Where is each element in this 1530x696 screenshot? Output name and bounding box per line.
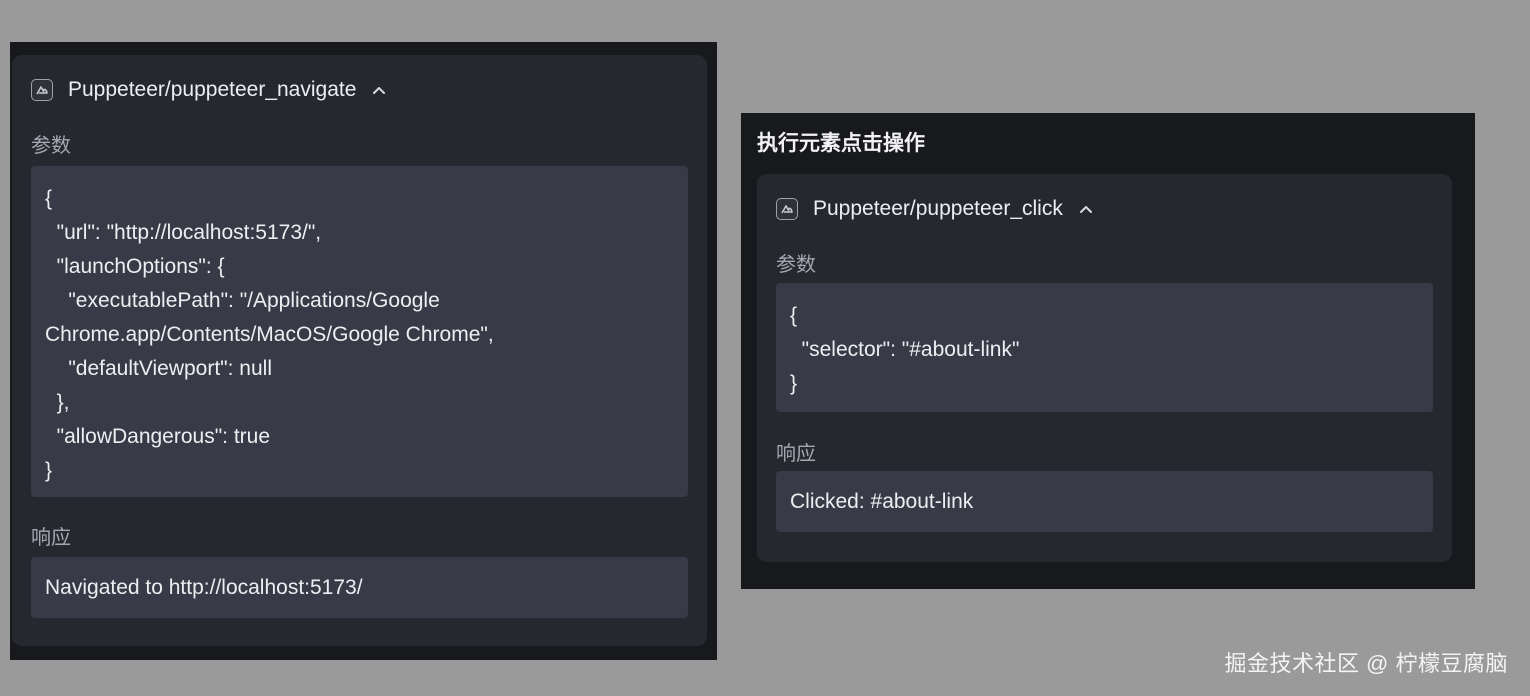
tool-header[interactable]: Puppeteer/puppeteer_navigate xyxy=(31,75,386,105)
panel-title: 执行元素点击操作 xyxy=(757,132,925,155)
tool-name: Puppeteer/puppeteer_navigate xyxy=(68,78,357,101)
response-text: Navigated to http://localhost:5173/ xyxy=(31,557,688,618)
click-tool-card: Puppeteer/puppeteer_click 参数 { "selector… xyxy=(757,174,1452,562)
params-code-block: { "selector": "#about-link" } xyxy=(776,283,1433,412)
navigate-tool-panel: Puppeteer/puppeteer_navigate 参数 { "url":… xyxy=(10,42,717,660)
puppeteer-tool-icon xyxy=(776,198,798,220)
params-label: 参数 xyxy=(31,135,71,157)
tool-name: Puppeteer/puppeteer_click xyxy=(813,197,1063,220)
tool-header[interactable]: Puppeteer/puppeteer_click xyxy=(776,194,1093,224)
chevron-up-icon[interactable] xyxy=(372,85,386,95)
response-label: 响应 xyxy=(31,527,71,549)
response-text: Clicked: #about-link xyxy=(776,471,1433,532)
click-tool-panel: 执行元素点击操作 Puppeteer/puppeteer_click 参数 { … xyxy=(741,113,1475,589)
params-label: 参数 xyxy=(776,254,816,276)
response-value: Navigated to http://localhost:5173/ xyxy=(45,575,363,599)
response-label: 响应 xyxy=(776,443,816,465)
response-value: Clicked: #about-link xyxy=(790,489,974,513)
puppeteer-tool-icon xyxy=(31,79,53,101)
chevron-up-icon[interactable] xyxy=(1079,204,1093,214)
params-code-block: { "url": "http://localhost:5173/", "laun… xyxy=(31,166,688,497)
navigate-tool-card: Puppeteer/puppeteer_navigate 参数 { "url":… xyxy=(12,55,707,646)
watermark: 掘金技术社区 @ 柠檬豆腐脑 xyxy=(1224,651,1508,676)
